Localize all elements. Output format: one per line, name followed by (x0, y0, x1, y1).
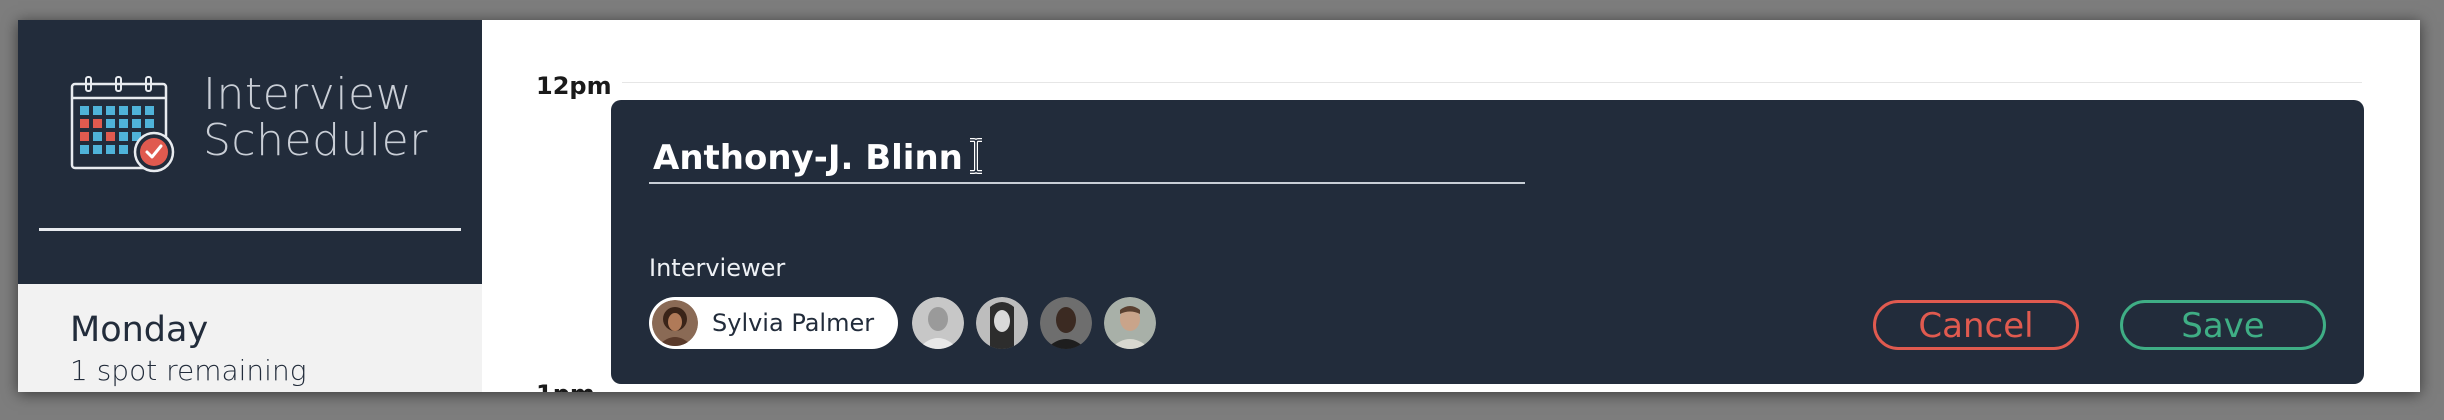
calendar-check-icon (70, 76, 175, 173)
time-label: 12pm (536, 72, 612, 100)
interviewer-name: Sylvia Palmer (712, 309, 875, 337)
cancel-button[interactable]: Cancel (1873, 300, 2079, 350)
text-cursor-icon (970, 138, 982, 174)
day-list-item-spots: 1 spot remaining (70, 354, 307, 387)
schedule: 12pm Interviewer (482, 20, 2420, 392)
app-window: Interview Scheduler Monday 1 spot remain… (18, 20, 2420, 392)
sidebar-header: Interview Scheduler (18, 20, 482, 284)
interviewer-item-selected[interactable]: Sylvia Palmer (649, 297, 899, 349)
time-label-next: 1pm (536, 380, 595, 392)
student-name-input[interactable] (649, 134, 1525, 184)
interviewer-label: Interviewer (649, 254, 786, 282)
sidebar: Interview Scheduler Monday 1 spot remain… (18, 20, 482, 392)
interviewer-avatar[interactable] (1040, 297, 1093, 349)
avatar (652, 300, 698, 346)
sidebar-divider (39, 228, 461, 231)
interviewer-avatar[interactable] (912, 297, 965, 349)
save-button[interactable]: Save (2120, 300, 2326, 350)
time-divider (622, 82, 2362, 83)
interviewer-list: Sylvia Palmer (649, 297, 1168, 349)
interviewer-avatar[interactable] (1104, 297, 1157, 349)
interviewer-avatar[interactable] (976, 297, 1029, 349)
day-list-item-name[interactable]: Monday (70, 310, 208, 350)
app-title: Interview Scheduler (203, 69, 428, 166)
appointment-form: Interviewer Sylvia Palmer (611, 100, 2364, 384)
